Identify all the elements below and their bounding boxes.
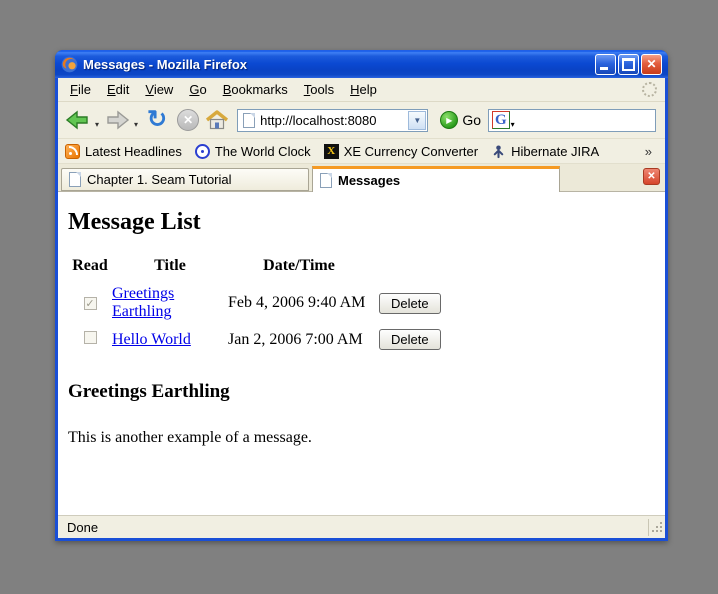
message-link[interactable]: Greetings Earthling bbox=[112, 285, 174, 320]
resize-grip[interactable] bbox=[649, 519, 665, 535]
desktop-background: Messages - Mozilla Firefox ✕ File Edit V… bbox=[0, 0, 718, 594]
go-label: Go bbox=[462, 112, 481, 128]
world-clock-icon bbox=[195, 144, 210, 159]
tab-page-icon bbox=[320, 173, 332, 188]
go-button[interactable]: ▶ Go bbox=[440, 111, 481, 129]
close-tab-button[interactable]: ✕ bbox=[643, 168, 660, 185]
forward-dropdown-caret[interactable]: ▾ bbox=[134, 120, 138, 129]
navigation-toolbar: ▾ ▾ ↻ ✕ http://localhost:8080 ▼ bbox=[58, 102, 665, 139]
menu-file[interactable]: File bbox=[62, 79, 99, 100]
read-checkbox[interactable] bbox=[84, 297, 97, 310]
search-input[interactable]: G ▾ bbox=[488, 109, 656, 132]
home-button[interactable] bbox=[205, 105, 229, 135]
bookmark-world-clock[interactable]: The World Clock bbox=[195, 144, 311, 159]
message-datetime: Jan 2, 2006 7:00 AM bbox=[228, 325, 370, 354]
url-input[interactable]: http://localhost:8080 bbox=[260, 113, 403, 128]
bookmarks-overflow-chevron[interactable]: » bbox=[645, 144, 652, 159]
bookmark-label: Latest Headlines bbox=[85, 144, 182, 159]
tab-seam-tutorial[interactable]: Chapter 1. Seam Tutorial bbox=[61, 168, 309, 191]
menu-tools[interactable]: Tools bbox=[296, 79, 342, 100]
url-bar[interactable]: http://localhost:8080 ▼ bbox=[237, 109, 428, 132]
page-title: Message List bbox=[68, 209, 655, 236]
tab-page-icon bbox=[69, 172, 81, 187]
tab-title: Chapter 1. Seam Tutorial bbox=[87, 172, 232, 187]
menu-bookmarks[interactable]: Bookmarks bbox=[215, 79, 296, 100]
table-row: Greetings Earthling Feb 4, 2006 9:40 AM … bbox=[68, 281, 441, 325]
search-engine-dropdown-caret[interactable]: ▾ bbox=[511, 120, 515, 129]
google-search-icon: G bbox=[492, 111, 510, 129]
header-datetime: Date/Time bbox=[228, 257, 370, 281]
selected-message-body: This is another example of a message. bbox=[68, 429, 655, 447]
back-dropdown-caret[interactable]: ▾ bbox=[95, 120, 99, 129]
window-title: Messages - Mozilla Firefox bbox=[83, 57, 590, 72]
home-icon bbox=[205, 109, 229, 131]
message-link[interactable]: Hello World bbox=[112, 331, 191, 348]
firefox-icon bbox=[61, 56, 78, 73]
tab-strip: Chapter 1. Seam Tutorial Messages ✕ bbox=[58, 164, 665, 192]
activity-throbber-icon bbox=[642, 82, 657, 97]
rss-feed-icon bbox=[65, 144, 80, 159]
header-title: Title bbox=[112, 257, 228, 281]
close-button[interactable]: ✕ bbox=[641, 54, 662, 75]
url-history-dropdown[interactable]: ▼ bbox=[408, 111, 426, 130]
xe-currency-icon: X bbox=[324, 144, 339, 159]
jira-person-icon bbox=[491, 144, 506, 159]
go-icon: ▶ bbox=[440, 111, 458, 129]
selected-message-title: Greetings Earthling bbox=[68, 381, 655, 403]
message-table: Read Title Date/Time Greetings Earthling… bbox=[68, 257, 441, 354]
firefox-window: Messages - Mozilla Firefox ✕ File Edit V… bbox=[55, 50, 668, 541]
delete-button[interactable]: Delete bbox=[379, 293, 441, 314]
status-bar: Done bbox=[58, 515, 665, 538]
reload-button[interactable]: ↻ bbox=[147, 105, 167, 135]
forward-button[interactable] bbox=[104, 105, 130, 135]
stop-button[interactable]: ✕ bbox=[177, 109, 199, 131]
menu-go[interactable]: Go bbox=[181, 79, 214, 100]
maximize-button[interactable] bbox=[618, 54, 639, 75]
tab-messages[interactable]: Messages bbox=[312, 166, 560, 192]
table-header-row: Read Title Date/Time bbox=[68, 257, 441, 281]
menu-bar: File Edit View Go Bookmarks Tools Help bbox=[58, 78, 665, 102]
delete-button[interactable]: Delete bbox=[379, 329, 441, 350]
menu-edit[interactable]: Edit bbox=[99, 79, 137, 100]
bookmark-label: Hibernate JIRA bbox=[511, 144, 599, 159]
tab-title: Messages bbox=[338, 173, 400, 188]
bookmark-latest-headlines[interactable]: Latest Headlines bbox=[65, 144, 182, 159]
bookmark-label: The World Clock bbox=[215, 144, 311, 159]
window-controls: ✕ bbox=[595, 54, 662, 75]
bookmarks-toolbar: Latest Headlines The World Clock X XE Cu… bbox=[58, 139, 665, 164]
menu-help[interactable]: Help bbox=[342, 79, 385, 100]
back-button[interactable] bbox=[65, 105, 91, 135]
page-favicon-icon bbox=[243, 113, 255, 128]
bookmark-hibernate-jira[interactable]: Hibernate JIRA bbox=[491, 144, 599, 159]
bookmark-label: XE Currency Converter bbox=[344, 144, 478, 159]
title-bar[interactable]: Messages - Mozilla Firefox ✕ bbox=[55, 50, 668, 78]
message-datetime: Feb 4, 2006 9:40 AM bbox=[228, 281, 370, 325]
menu-view[interactable]: View bbox=[137, 79, 181, 100]
read-checkbox[interactable] bbox=[84, 331, 97, 344]
bookmark-xe-currency[interactable]: X XE Currency Converter bbox=[324, 144, 478, 159]
header-read: Read bbox=[68, 257, 112, 281]
forward-arrow-icon bbox=[104, 108, 130, 132]
table-row: Hello World Jan 2, 2006 7:00 AM Delete bbox=[68, 325, 441, 354]
status-text: Done bbox=[67, 520, 98, 535]
minimize-button[interactable] bbox=[595, 54, 616, 75]
back-arrow-icon bbox=[65, 108, 91, 132]
page-content: Message List Read Title Date/Time bbox=[58, 192, 665, 515]
